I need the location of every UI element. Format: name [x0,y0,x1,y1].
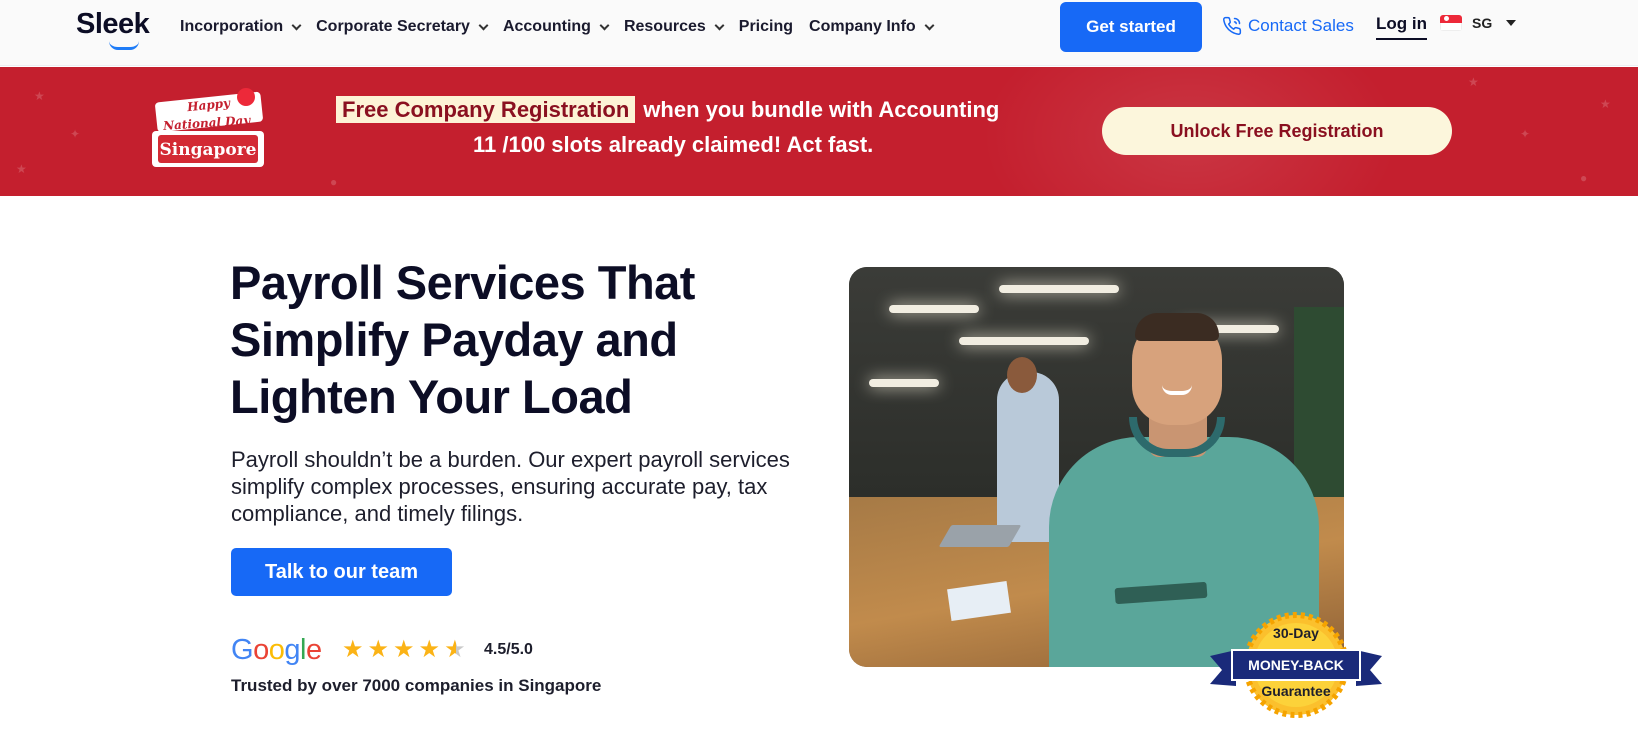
unlock-free-registration-button[interactable]: Unlock Free Registration [1102,107,1452,155]
menu-resources[interactable]: Resources [624,18,725,36]
locale-code: SG [1472,15,1493,31]
logo-smile-mark [109,41,139,50]
menu-company-info[interactable]: Company Info [809,18,935,36]
promo-headline-rest: when you bundle with Accounting [643,96,1000,122]
promo-highlight: Free Company Registration [336,96,636,123]
svg-text:30-Day: 30-Day [1273,625,1319,641]
hero-title: Payroll Services That Simplify Payday an… [230,256,695,423]
half-star-icon: ★ [444,636,466,663]
contact-sales-label: Contact Sales [1248,16,1354,35]
star-decoration: ★ [1600,97,1611,111]
chevron-down-icon [924,20,935,30]
promo-headline: Free Company Registration when you bundl… [336,96,999,123]
chevron-down-icon [599,20,610,30]
star-icon: ★ [393,636,415,663]
menu-corporate-secretary[interactable]: Corporate Secretary [316,18,489,36]
chevron-down-icon [714,20,725,30]
rating-stars: ★ ★ ★ ★ ★ [342,636,470,664]
top-navigation: Sleek Incorporation Corporate Secretary … [0,0,1638,66]
chevron-down-icon [291,20,302,30]
star-decoration: ★ [34,89,45,103]
star-decoration: ✦ [70,127,81,141]
hero-photo [849,267,1344,667]
hero-description: Payroll shouldn’t be a burden. Our exper… [231,447,790,526]
star-icon: ★ [342,636,364,663]
menu-incorporation[interactable]: Incorporation [180,18,302,36]
svg-text:Singapore: Singapore [160,140,257,160]
singapore-flag-icon [1440,15,1462,31]
google-logo: Google [231,634,322,666]
svg-text:Guarantee: Guarantee [1261,683,1330,699]
caret-down-icon [1506,20,1517,26]
locale-selector[interactable]: SG [1440,15,1517,31]
promo-subline: 11 /100 slots already claimed! Act fast. [473,132,874,157]
star-decoration: ✦ [1520,127,1531,141]
trusted-by-text: Trusted by over 7000 companies in Singap… [231,676,602,695]
chevron-down-icon [478,20,489,30]
logo-text: Sleek [76,8,150,40]
star-decoration: ● [330,175,338,189]
talk-to-team-button[interactable]: Talk to our team [231,548,452,596]
star-icon: ★ [367,636,390,663]
phone-icon [1223,16,1242,35]
svg-text:MONEY-BACK: MONEY-BACK [1248,657,1344,673]
menu-accounting[interactable]: Accounting [503,18,610,36]
rating-value: 4.5/5.0 [484,641,533,658]
menu-pricing[interactable]: Pricing [739,18,793,36]
main-menu: Incorporation Corporate Secretary Accoun… [180,16,949,38]
contact-sales-link[interactable]: Contact Sales [1222,16,1354,36]
sleek-logo[interactable]: Sleek [76,8,150,50]
star-decoration: ★ [16,162,27,176]
promo-banner: ★ ✦ ★ ● ★ ✦ ★ ● Happy National Day Singa… [0,67,1638,196]
star-decoration: ● [1580,171,1588,185]
national-day-badge: Happy National Day Singapore [152,88,264,167]
star-decoration: ★ [1468,75,1479,89]
star-icon: ★ [418,636,441,663]
login-link[interactable]: Log in [1376,14,1427,40]
get-started-button[interactable]: Get started [1060,2,1202,52]
money-back-guarantee-seal: 30-Day MONEY-BACK Guarantee [1210,612,1382,718]
